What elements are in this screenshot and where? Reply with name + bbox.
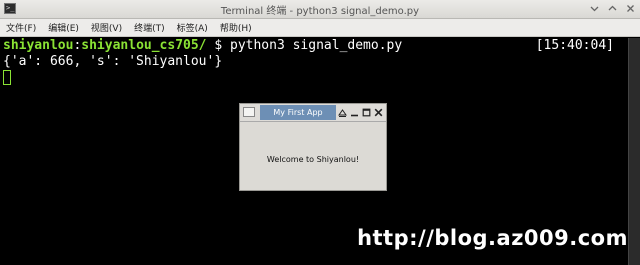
menu-view[interactable]: 视图(V) bbox=[91, 21, 122, 34]
maximize-icon[interactable] bbox=[606, 2, 618, 15]
window-menu-icon[interactable] bbox=[243, 107, 255, 117]
shade-icon[interactable] bbox=[337, 106, 347, 118]
terminal-cursor bbox=[3, 70, 11, 85]
terminal-scrollbar[interactable] bbox=[628, 38, 640, 265]
app-window-controls bbox=[337, 106, 383, 118]
window-title: Terminal 终端 - python3 signal_demo.py bbox=[220, 6, 420, 17]
welcome-label: Welcome to Shiyanlou! bbox=[266, 155, 360, 164]
close-icon[interactable] bbox=[624, 2, 636, 15]
terminal-titlebar[interactable]: >_ Terminal 终端 - python3 signal_demo.py bbox=[0, 0, 640, 19]
minimize-icon[interactable] bbox=[349, 106, 359, 118]
menu-terminal[interactable]: 终端(T) bbox=[134, 21, 165, 34]
app-window[interactable]: My First App Welcome to Shiyanlou! bbox=[239, 103, 387, 191]
menu-help[interactable]: 帮助(H) bbox=[220, 21, 252, 34]
menu-file[interactable]: 文件(F) bbox=[6, 21, 36, 34]
prompt-user: shiyanlou bbox=[3, 38, 74, 53]
app-body: Welcome to Shiyanlou! bbox=[240, 122, 386, 190]
minimize-icon[interactable] bbox=[588, 2, 600, 15]
maximize-icon[interactable] bbox=[361, 106, 371, 118]
prompt-line: shiyanlou:shiyanlou_cs705/ $ python3 sig… bbox=[3, 38, 402, 54]
close-icon[interactable] bbox=[373, 106, 383, 118]
menu-tabs[interactable]: 标签(A) bbox=[177, 21, 208, 34]
app-titlebar[interactable]: My First App bbox=[240, 104, 386, 122]
menubar: 文件(F) 编辑(E) 视图(V) 终端(T) 标签(A) 帮助(H) bbox=[0, 19, 640, 37]
output-line: {'a': 666, 's': 'Shiyanlou'} bbox=[3, 54, 223, 69]
menu-edit[interactable]: 编辑(E) bbox=[48, 21, 79, 34]
window-controls bbox=[588, 2, 636, 15]
timestamp: [15:40:04] bbox=[535, 38, 614, 53]
watermark: http://blog.az009.com bbox=[357, 226, 628, 250]
command-text: $ python3 signal_demo.py bbox=[206, 38, 403, 53]
app-title: My First App bbox=[260, 105, 336, 120]
prompt-path: shiyanlou_cs705/ bbox=[81, 38, 207, 53]
